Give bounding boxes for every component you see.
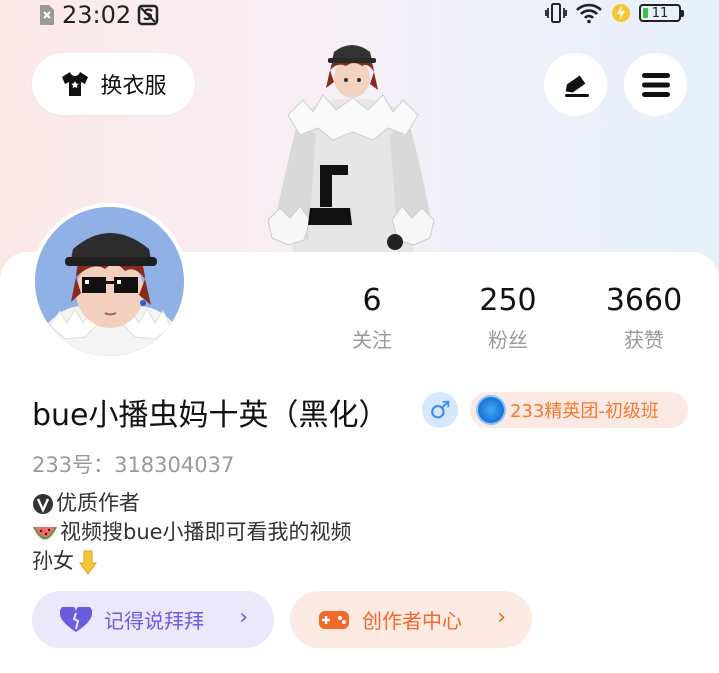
user-id[interactable]: 233号：318304037	[32, 449, 234, 479]
stat-following[interactable]: 6 关注	[312, 282, 432, 353]
heart-icon	[60, 606, 92, 632]
stat-fans[interactable]: 250 粉丝	[448, 282, 568, 353]
pointing-down-icon	[79, 550, 97, 575]
stat-fans-label: 粉丝	[488, 328, 528, 352]
edit-profile-button[interactable]	[544, 53, 607, 116]
stat-likes-value: 3660	[605, 283, 683, 318]
avatar-portrait	[35, 207, 184, 356]
profile-name: bue小播虫妈十英（黑化）	[32, 398, 389, 433]
pen-icon	[564, 74, 589, 97]
bio-line: 孙女	[32, 547, 352, 576]
dress-up-button[interactable]: 换衣服	[32, 53, 195, 115]
bio-text: 视频搜bue小播即可看我的视频	[60, 520, 352, 544]
chevron-right-icon: ›	[239, 605, 248, 630]
watermelon-icon	[33, 526, 57, 539]
screen-recorder-icon	[137, 4, 159, 26]
verified-v-icon	[33, 493, 53, 514]
clock: 23:02	[62, 1, 132, 29]
bio-text: 优质作者	[56, 491, 140, 515]
avatar-3d-character[interactable]	[268, 40, 434, 255]
stat-likes[interactable]: 3660 获赞	[584, 282, 704, 353]
status-bar: 23:02 11	[0, 0, 719, 29]
bio: 优质作者 视频搜bue小播即可看我的视频 孙女	[32, 489, 352, 576]
say-goodbye-button[interactable]: 记得说拜拜 ›	[32, 591, 274, 648]
bio-text: 孙女	[32, 549, 74, 573]
bio-line: 视频搜bue小播即可看我的视频	[32, 518, 352, 547]
dress-up-label: 换衣服	[100, 74, 167, 99]
sim-missing-icon	[40, 5, 54, 25]
elite-group-badge[interactable]: 233精英团-初级班	[470, 392, 688, 428]
say-goodbye-label: 记得说拜拜	[104, 609, 204, 633]
stat-following-value: 6	[362, 283, 382, 318]
vibrate-icon	[545, 3, 567, 23]
wifi-icon	[576, 3, 602, 24]
charging-icon	[612, 4, 630, 22]
battery-level: 11	[651, 5, 669, 21]
menu-button[interactable]	[624, 53, 687, 116]
avatar[interactable]	[31, 203, 188, 360]
gamepad-icon	[319, 610, 349, 629]
stat-fans-value: 250	[479, 283, 537, 318]
battery-icon: 11	[639, 4, 684, 22]
stat-following-label: 关注	[352, 328, 392, 352]
badge-label: 233精英团-初级班	[510, 401, 659, 422]
male-icon: ♂	[422, 392, 458, 428]
bio-line: 优质作者	[32, 489, 352, 518]
stat-likes-label: 获赞	[624, 328, 664, 352]
creator-center-button[interactable]: 创作者中心 ›	[290, 591, 532, 648]
badge-emblem-icon	[478, 397, 504, 423]
creator-center-label: 创作者中心	[362, 609, 462, 633]
hamburger-menu-icon	[641, 72, 670, 97]
tshirt-icon	[62, 72, 89, 96]
chevron-right-icon: ›	[497, 605, 506, 630]
